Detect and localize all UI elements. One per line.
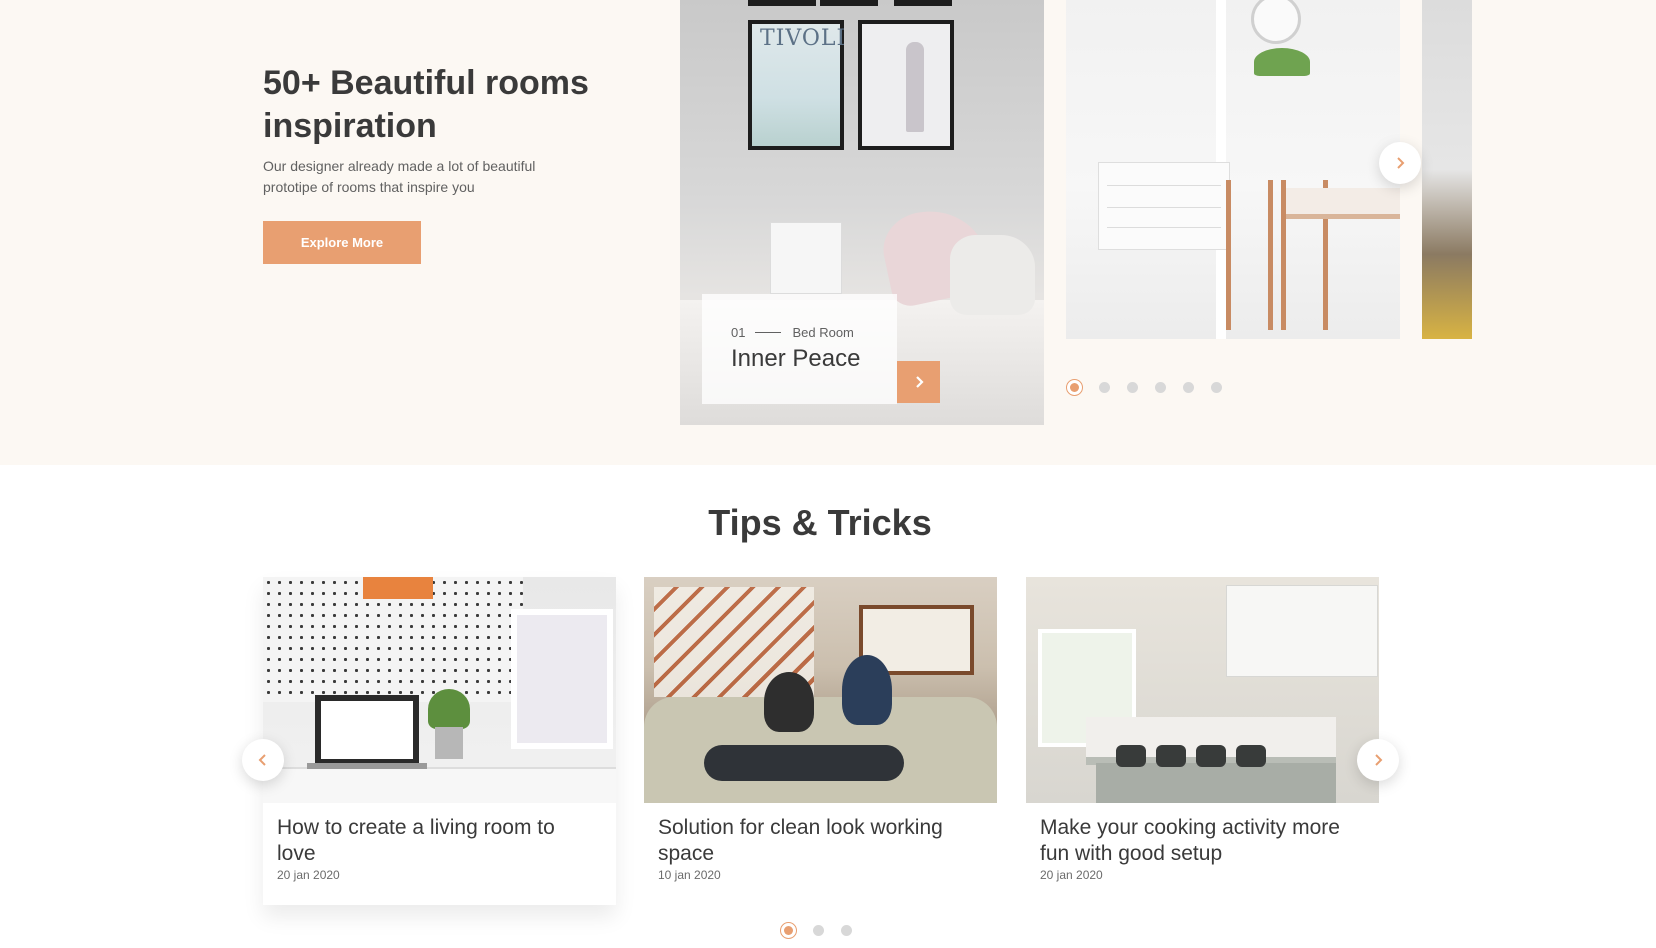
hero-title: 50+ Beautiful rooms inspiration xyxy=(263,64,589,145)
white-dresser xyxy=(1098,162,1230,250)
room-detail-button[interactable] xyxy=(897,361,940,403)
room-caption-meta: 01 Bed Room xyxy=(731,325,854,340)
dining-table xyxy=(1286,188,1400,219)
room-slider-dot-active[interactable] xyxy=(1066,379,1083,396)
wall-frame xyxy=(820,0,878,6)
wall-frame xyxy=(748,0,816,6)
room-caption-card: 01 Bed Room Inner Peace xyxy=(702,294,897,404)
tip-card-title[interactable]: Make your cooking activity more fun with… xyxy=(1040,815,1360,867)
tips-slider-pagination xyxy=(780,922,869,939)
tip-card-title[interactable]: Solution for clean look working space xyxy=(658,815,978,867)
hanging-plant xyxy=(1254,48,1310,76)
room-slider-pagination xyxy=(1066,379,1239,396)
room-slider-dot[interactable] xyxy=(1211,382,1222,393)
tip-card-image xyxy=(644,577,997,803)
tip-card[interactable]: How to create a living room to love 20 j… xyxy=(263,577,616,905)
room-name: Inner Peace xyxy=(731,345,861,372)
tip-card-title[interactable]: How to create a living room to love xyxy=(277,815,597,867)
tip-card-image xyxy=(263,577,616,803)
tip-card-date: 10 jan 2020 xyxy=(658,868,721,882)
room-category: Bed Room xyxy=(792,325,854,340)
room-slider-dot[interactable] xyxy=(1099,382,1110,393)
wall-clock xyxy=(1251,0,1301,44)
tips-section-title: Tips & Tricks xyxy=(708,502,932,543)
caption-divider xyxy=(755,332,782,333)
room-slider-dot[interactable] xyxy=(1127,382,1138,393)
room-slide-image[interactable] xyxy=(1066,0,1400,339)
chevron-right-icon xyxy=(1375,754,1383,766)
room-slider-dot[interactable] xyxy=(1155,382,1166,393)
wall-frame xyxy=(894,0,952,6)
tip-card-date: 20 jan 2020 xyxy=(1040,868,1103,882)
chevron-right-icon xyxy=(1397,157,1405,169)
tips-slider-dot[interactable] xyxy=(813,925,824,936)
girl-poster xyxy=(858,20,954,150)
tip-card-image xyxy=(1026,577,1379,803)
tips-slider-prev-button[interactable] xyxy=(242,739,284,781)
rooms-inspiration-section: 50+ Beautiful rooms inspiration Our desi… xyxy=(0,0,1656,465)
tivoli-poster-text: TIVOLI xyxy=(760,26,847,51)
explore-more-button[interactable]: Explore More xyxy=(263,221,421,264)
chevron-right-icon xyxy=(915,376,924,388)
tips-slider-dot-active[interactable] xyxy=(780,922,797,939)
tivoli-poster: TIVOLI xyxy=(748,20,847,150)
hero-subtitle: Our designer already made a lot of beaut… xyxy=(263,158,536,195)
side-stool xyxy=(770,222,842,294)
room-slide-image-partial[interactable] xyxy=(1422,0,1472,339)
tips-slider-dot[interactable] xyxy=(841,925,852,936)
tip-card-date: 20 jan 2020 xyxy=(277,868,340,882)
room-slider-dot[interactable] xyxy=(1183,382,1194,393)
tip-card[interactable]: Solution for clean look working space 10… xyxy=(644,577,997,905)
room-slider-next-button[interactable] xyxy=(1379,142,1421,184)
tips-slider-next-button[interactable] xyxy=(1357,739,1399,781)
room-number: 01 xyxy=(731,325,746,340)
tip-card[interactable]: Make your cooking activity more fun with… xyxy=(1026,577,1379,905)
chevron-left-icon xyxy=(258,754,266,766)
knit-pillow xyxy=(950,235,1035,315)
